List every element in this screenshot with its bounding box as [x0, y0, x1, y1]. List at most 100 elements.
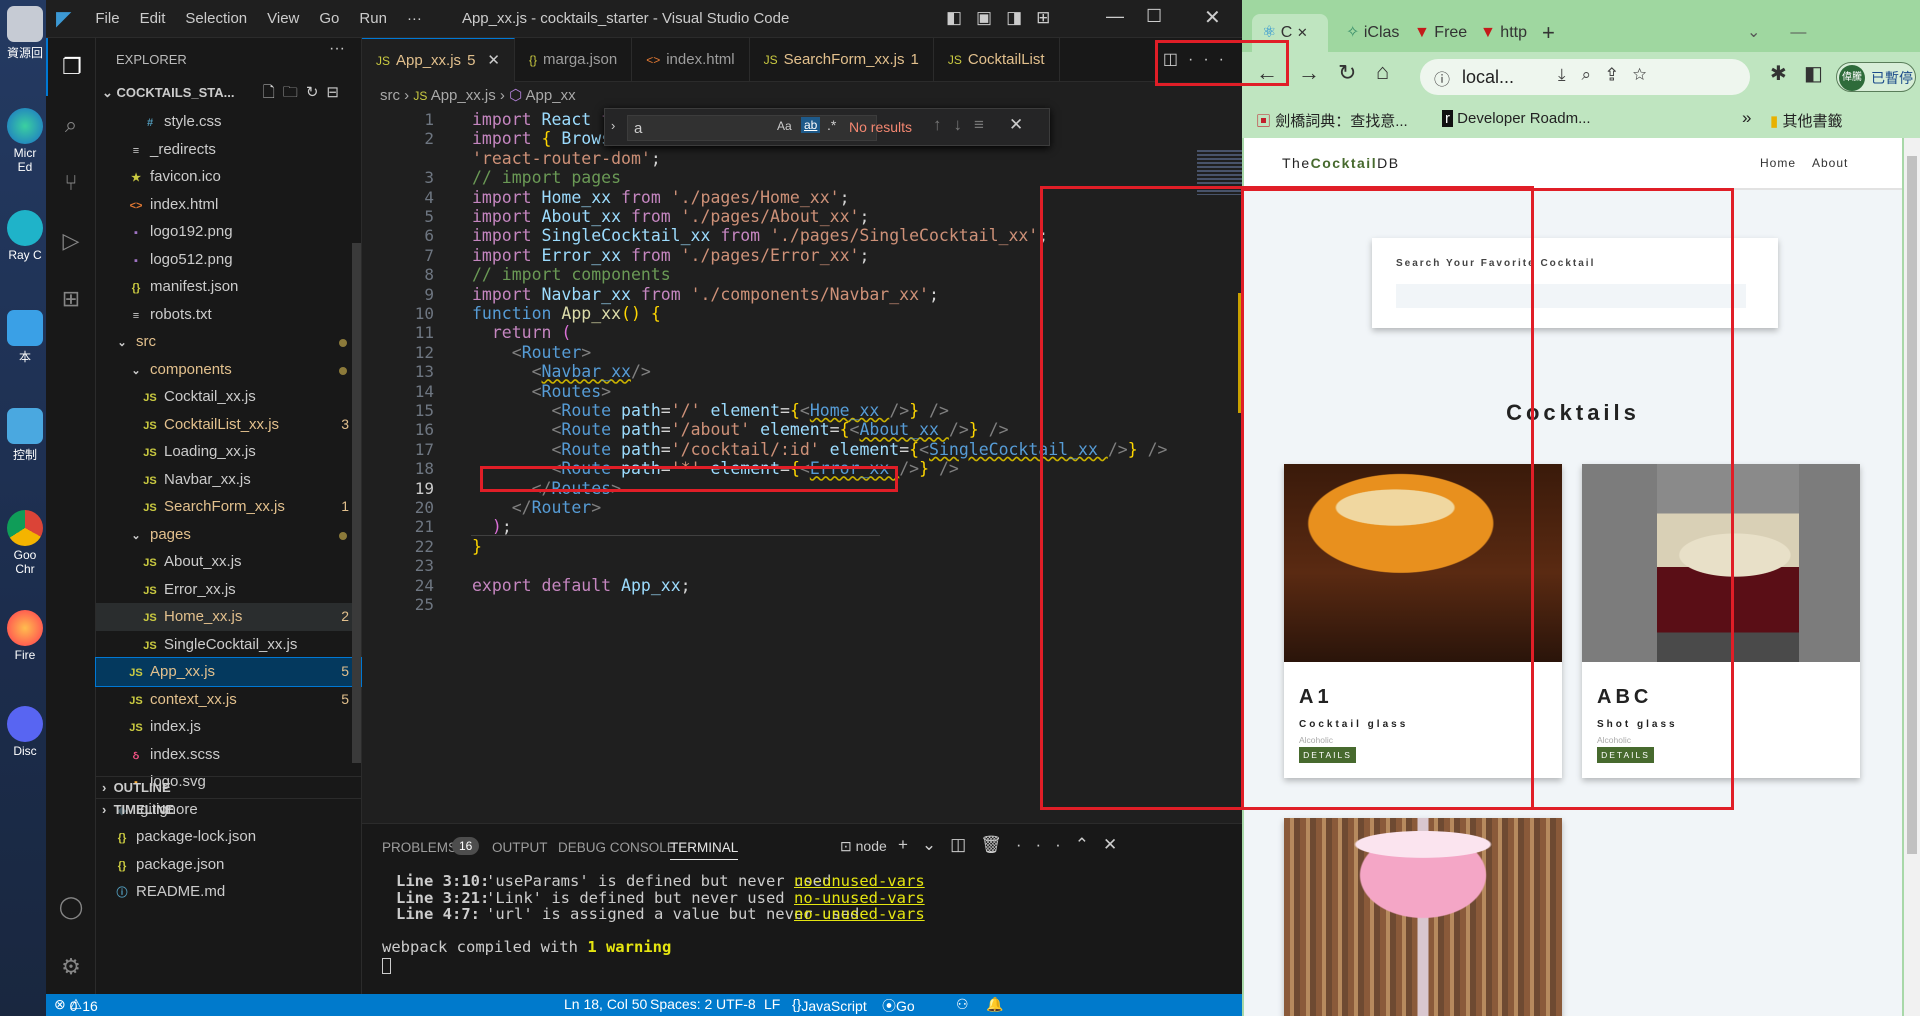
menu-selection[interactable]: Selection	[175, 10, 257, 27]
status-eol[interactable]: LF	[764, 996, 780, 1012]
extensions-icon[interactable]: ⊞	[46, 270, 96, 328]
file-tree-item[interactable]: JS SingleCocktail_xx.js	[96, 631, 361, 659]
url-text[interactable]: local...	[1462, 67, 1514, 88]
reload-icon[interactable]: ↻	[1338, 60, 1356, 86]
outline-section[interactable]: › OUTLINE	[96, 776, 361, 798]
menu-go[interactable]: Go	[309, 10, 349, 27]
search-icon[interactable]: ⌕	[46, 96, 96, 154]
layout-toggle-icons[interactable]: ◧▣◨⊞	[946, 8, 1064, 28]
menu-more[interactable]: ···	[397, 10, 432, 27]
find-nav-icons[interactable]: ↑↓≡	[933, 115, 996, 135]
code-line[interactable]: <Route path='/about' element={<About_xx …	[472, 420, 1008, 439]
file-tree-item[interactable]: # style.css	[96, 108, 361, 136]
panel-tab-output[interactable]: OUTPUT	[492, 840, 548, 855]
code-line[interactable]: <Navbar_xx/>	[472, 362, 651, 381]
editor-tab[interactable]: JS CocktailList	[934, 38, 1060, 82]
panel-tab-problems[interactable]: PROBLEMS	[382, 840, 457, 855]
find-expand-icon[interactable]: ›	[611, 118, 615, 133]
menu-file[interactable]: File	[85, 10, 129, 27]
account-icon[interactable]: ◯	[46, 878, 96, 936]
tab-close-icon[interactable]: ✕	[487, 52, 500, 69]
settings-gear-icon[interactable]: ⚙	[46, 938, 96, 996]
match-case-toggle[interactable]: Aa	[777, 119, 792, 133]
code-line[interactable]: // import components	[472, 265, 671, 284]
breadcrumb-src[interactable]: src	[380, 87, 400, 104]
new-tab-icon[interactable]: +	[1542, 14, 1555, 52]
file-tree-item[interactable]: JS Cocktail_xx.js	[96, 383, 361, 411]
file-tree-item[interactable]: {} manifest.json	[96, 273, 361, 301]
page-scrollbar-thumb[interactable]	[1907, 156, 1917, 854]
chrome-tab-4[interactable]: ▼ http	[1472, 14, 1527, 52]
other-bookmarks[interactable]: ▮ 其他書籤	[1770, 110, 1842, 131]
desktop-icon-pc[interactable]: 本	[6, 310, 44, 365]
file-tree-item[interactable]: ≡ _redirects	[96, 136, 361, 164]
site-logo[interactable]: TheCocktailDB	[1282, 155, 1400, 171]
panel-tab-terminal[interactable]: TERMINAL	[670, 840, 739, 860]
file-tree-item[interactable]: JS App_xx.js 5	[95, 657, 362, 687]
whole-word-toggle[interactable]: ab	[801, 117, 821, 133]
terminal-actions-icons[interactable]: +⌄◫🗑···⌃✕	[898, 835, 1131, 855]
bookmark-2[interactable]: r Developer Roadm...	[1442, 110, 1591, 127]
editor-tab[interactable]: <> index.html	[632, 38, 750, 82]
desktop-icon-ray[interactable]: Ray C	[6, 210, 44, 262]
code-line[interactable]: import SingleCocktail_xx from './pages/S…	[472, 226, 1048, 245]
desktop-icon-recycle[interactable]: 資源回	[6, 6, 44, 61]
code-line[interactable]: export default App_xx;	[472, 576, 691, 595]
run-debug-icon[interactable]: ▷	[46, 212, 96, 270]
code-line[interactable]: // import pages	[472, 168, 621, 187]
feedback-icon[interactable]: ⚇	[956, 996, 969, 1013]
file-tree-item[interactable]: {} package-lock.json	[96, 823, 361, 851]
side-panel-icon[interactable]: ◧	[1804, 61, 1823, 86]
close-icon[interactable]: ✕	[1204, 5, 1221, 30]
file-tree-item[interactable]: ★ favicon.ico	[96, 163, 361, 191]
code-line[interactable]: );	[472, 517, 512, 536]
code-line[interactable]: <Routes>	[472, 382, 611, 401]
file-tree-item[interactable]: JS CocktailList_xx.js 3	[96, 411, 361, 439]
bookmarks-more-icon[interactable]: »	[1742, 108, 1751, 128]
forward-icon[interactable]: →	[1298, 60, 1320, 86]
file-tree-item[interactable]: ▪ logo512.png	[96, 246, 361, 274]
desktop-icon-control[interactable]: 控制	[6, 408, 44, 463]
breadcrumb-symbol[interactable]: App_xx	[526, 87, 576, 104]
terminal-select[interactable]: ⊡ node	[840, 838, 887, 855]
file-tree-item[interactable]: ઠ index.scss	[96, 741, 361, 769]
home-icon[interactable]: ⌂	[1376, 59, 1389, 85]
editor-tab[interactable]: {} marga.json	[515, 38, 633, 82]
menu-view[interactable]: View	[257, 10, 309, 27]
regex-toggle[interactable]: .*	[827, 117, 836, 133]
minimize-icon[interactable]: —	[1106, 6, 1124, 27]
code-line[interactable]: </Router>	[472, 498, 601, 517]
nav-about-link[interactable]: About	[1812, 156, 1848, 170]
code-line[interactable]: import Error_xx from './pages/Error_xx';	[472, 246, 869, 265]
file-tree-item[interactable]: JS Home_xx.js 2	[96, 603, 361, 631]
file-tree-item[interactable]: JS context_xx.js 5	[96, 686, 361, 714]
menu-run[interactable]: Run	[349, 10, 397, 27]
page-scrollbar-track[interactable]	[1904, 138, 1920, 1016]
rule-link[interactable]: no-unused-vars	[794, 872, 925, 890]
code-line[interactable]: 'react-router-dom';	[472, 149, 671, 168]
file-tree-item[interactable]: ≡ robots.txt	[96, 301, 361, 329]
status-spaces[interactable]: Spaces: 2	[650, 996, 712, 1012]
file-tree-item[interactable]: JS SearchForm_xx.js 1	[96, 493, 361, 521]
panel-tab-debug[interactable]: DEBUG CONSOLE	[558, 840, 676, 855]
source-control-icon[interactable]: ⑂	[46, 154, 96, 212]
rule-link[interactable]: no-unused-vars	[794, 905, 925, 923]
code-line[interactable]: import Navbar_xx from './components/Navb…	[472, 285, 939, 304]
code-line[interactable]: }	[472, 537, 482, 556]
address-bar[interactable]: ⓘ local... ⤓⌕⇪☆	[1420, 59, 1750, 95]
code-line[interactable]: <Router>	[472, 343, 591, 362]
file-tree-item[interactable]: JS About_xx.js	[96, 548, 361, 576]
rule-link[interactable]: no-unused-vars	[794, 889, 925, 907]
address-actions-icons[interactable]: ⤓⌕⇪☆	[1558, 65, 1663, 85]
explorer-more-icon[interactable]: ···	[329, 40, 345, 58]
bookmark-1[interactable]: ▣ 劍橋詞典：查找意...	[1256, 110, 1408, 131]
editor-tab[interactable]: JS App_xx.js 5 ✕	[362, 38, 515, 82]
file-tree-item[interactable]: JS index.js	[96, 713, 361, 741]
desktop-icon-chrome[interactable]: Goo Chr	[6, 510, 44, 576]
breadcrumb-file[interactable]: App_xx.js	[431, 87, 496, 104]
explorer-icon[interactable]: ❐	[46, 38, 96, 96]
status-language[interactable]: {} JavaScript	[792, 996, 867, 1014]
nav-home-link[interactable]: Home	[1760, 156, 1796, 170]
notifications-bell-icon[interactable]: 🔔	[986, 996, 1003, 1013]
menu-edit[interactable]: Edit	[130, 10, 176, 27]
